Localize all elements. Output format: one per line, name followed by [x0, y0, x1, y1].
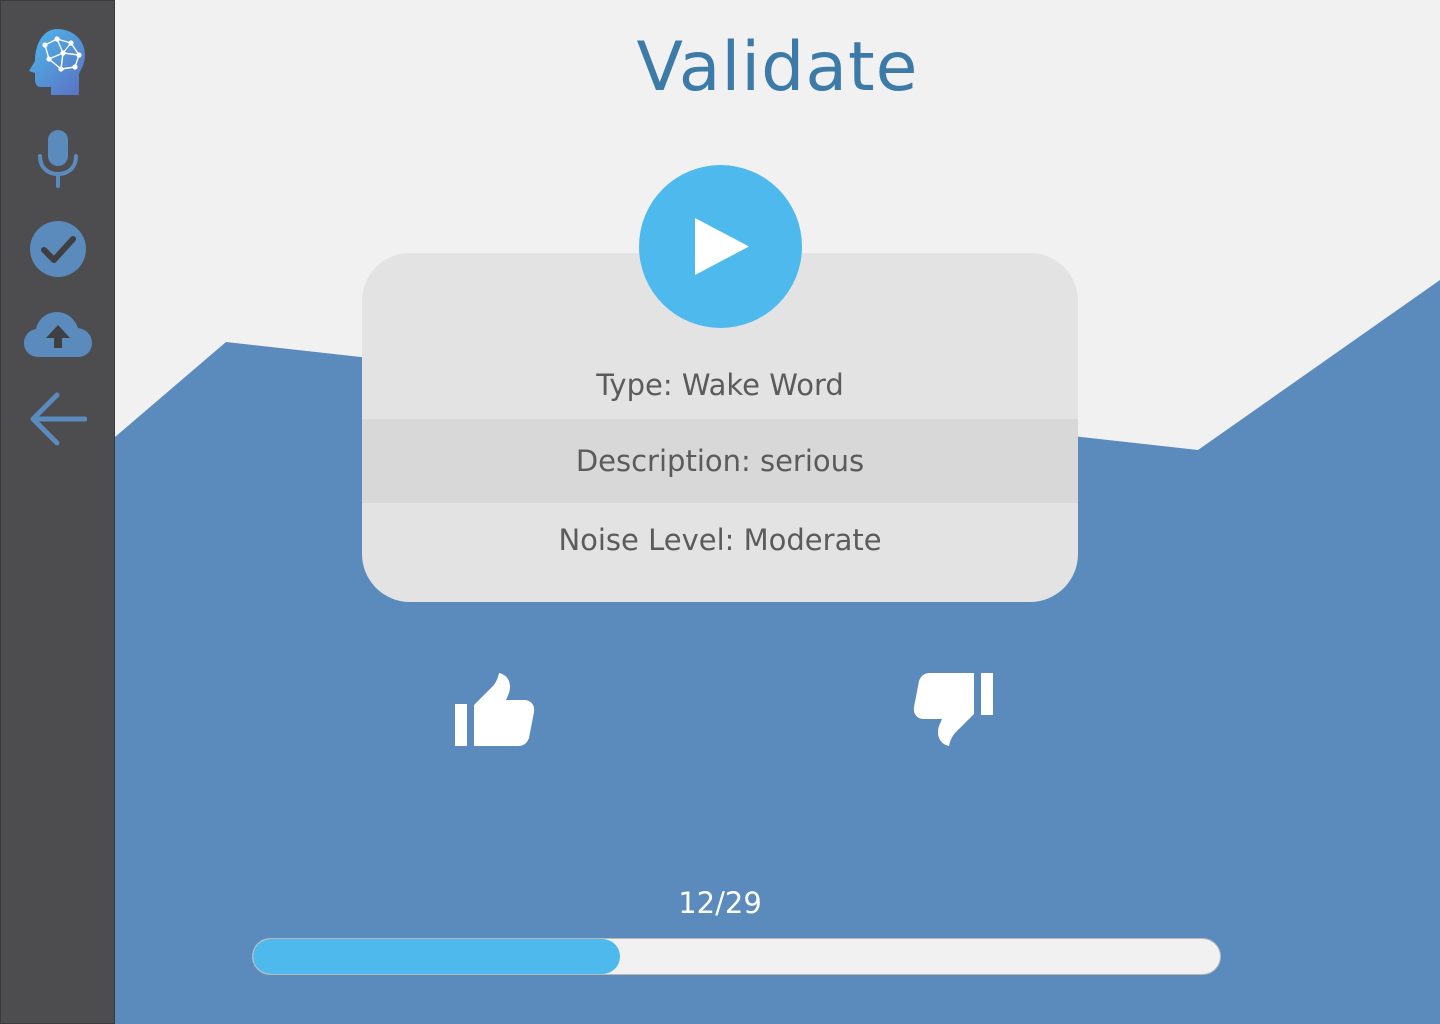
sidebar-item-record[interactable] — [0, 128, 115, 188]
app-logo[interactable] — [0, 26, 115, 98]
progress-counter: 12/29 — [678, 886, 762, 920]
sidebar-item-back[interactable] — [0, 390, 115, 448]
sidebar-item-upload[interactable] — [0, 308, 115, 360]
thumbs-up-icon — [455, 673, 535, 746]
sidebar-item-validate[interactable] — [0, 220, 115, 278]
validate-page: Validate Type: Wake Word Description: se… — [0, 0, 1440, 1024]
cloud-upload-icon — [23, 312, 92, 357]
thumbs-down-icon — [913, 673, 993, 746]
play-icon — [695, 218, 749, 275]
arrow-left-icon — [30, 392, 87, 446]
page-title: Validate — [636, 28, 919, 107]
check-circle-icon — [29, 221, 86, 277]
progress-bar — [252, 938, 1221, 975]
sample-type: Type: Wake Word — [596, 368, 844, 402]
reject-button[interactable] — [912, 672, 994, 752]
brain-logo-icon — [28, 29, 85, 95]
play-button[interactable] — [639, 165, 802, 328]
approve-button[interactable] — [454, 672, 536, 752]
sample-noise-level: Noise Level: Moderate — [558, 523, 882, 557]
sample-description: Description: serious — [362, 419, 1078, 503]
microphone-icon — [37, 130, 78, 188]
sidebar — [0, 0, 115, 1024]
progress-bar-fill — [253, 939, 621, 974]
